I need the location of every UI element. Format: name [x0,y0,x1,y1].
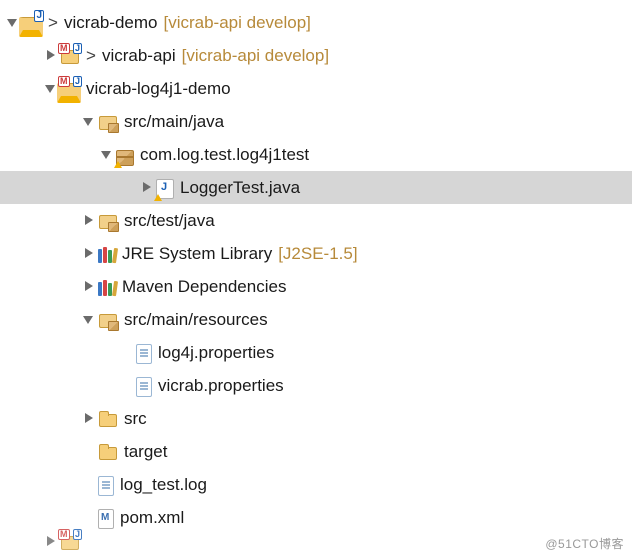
expand-toggle-icon[interactable] [42,48,58,64]
tree-item-src-folder[interactable]: src [0,402,632,435]
expand-toggle-icon[interactable] [80,246,96,262]
expand-toggle-icon[interactable] [80,213,96,229]
tree-item-partial[interactable]: J [0,534,632,550]
expand-toggle-icon[interactable] [42,81,58,97]
text-file-icon [98,476,114,496]
maven-java-project-icon: J [60,46,80,66]
tree-item-vicrab-api[interactable]: J > vicrab-api [vicrab-api develop] [0,39,632,72]
package-icon [116,150,134,166]
library-version-hint: [J2SE-1.5] [278,244,357,264]
folder-icon [98,442,118,462]
tree-item-src-main-java[interactable]: src/main/java [0,105,632,138]
expand-toggle-icon[interactable] [80,411,96,427]
tree-item-jre-library[interactable]: JRE System Library [J2SE-1.5] [0,237,632,270]
vcs-branch-hint: [vicrab-api develop] [182,46,329,66]
tree-item-log4j-properties[interactable]: log4j.properties [0,336,632,369]
properties-file-icon [136,377,152,397]
tree-label: log4j.properties [158,343,274,363]
tree-label: vicrab.properties [158,376,284,396]
tree-label: src/test/java [124,211,215,231]
expand-toggle-icon[interactable] [80,279,96,295]
expand-toggle-icon[interactable] [42,534,58,550]
tree-label: src [124,409,147,429]
source-folder-icon [98,211,118,231]
tree-item-maven-dependencies[interactable]: Maven Dependencies [0,270,632,303]
tree-label: vicrab-log4j1-demo [86,79,231,99]
vcs-change-marker: > [48,13,58,33]
watermark-text: @51CTO博客 [545,535,624,552]
tree-item-package[interactable]: com.log.test.log4j1test [0,138,632,171]
tree-label: src/main/resources [124,310,268,330]
source-folder-icon [98,112,118,132]
java-file-icon [156,179,174,199]
tree-item-pom-xml[interactable]: pom.xml [0,501,632,534]
folder-icon [98,409,118,429]
tree-item-src-main-resources[interactable]: src/main/resources [0,303,632,336]
tree-item-vicrab-properties[interactable]: vicrab.properties [0,369,632,402]
library-icon [98,277,116,297]
tree-label: Maven Dependencies [122,277,286,297]
tree-label: JRE System Library [122,244,272,264]
properties-file-icon [136,344,152,364]
expand-toggle-icon[interactable] [80,312,96,328]
tree-item-src-test-java[interactable]: src/test/java [0,204,632,237]
source-folder-icon [98,310,118,330]
tree-label: LoggerTest.java [180,178,300,198]
expand-toggle-icon[interactable] [138,180,154,196]
library-icon [98,244,116,264]
tree-label: vicrab-api [102,46,176,66]
xml-file-icon [98,509,114,529]
tree-label: pom.xml [120,508,184,528]
tree-label: target [124,442,167,462]
project-explorer-tree[interactable]: > vicrab-demo [vicrab-api develop] J > v… [0,0,632,550]
tree-item-vicrab-demo[interactable]: > vicrab-demo [vicrab-api develop] [0,6,632,39]
tree-item-loggertest-java[interactable]: LoggerTest.java [0,171,632,204]
vcs-branch-hint: [vicrab-api develop] [163,13,310,33]
maven-java-project-icon: J [60,532,80,552]
tree-item-target-folder[interactable]: target [0,435,632,468]
tree-label: vicrab-demo [64,13,158,33]
tree-label: com.log.test.log4j1test [140,145,309,165]
vcs-change-marker: > [86,46,96,66]
expand-toggle-icon[interactable] [4,15,20,31]
expand-toggle-icon[interactable] [98,147,114,163]
tree-label: log_test.log [120,475,207,495]
tree-item-log-file[interactable]: log_test.log [0,468,632,501]
tree-label: src/main/java [124,112,224,132]
java-project-icon [22,13,42,33]
tree-item-vicrab-log4j1-demo[interactable]: J vicrab-log4j1-demo [0,72,632,105]
expand-toggle-icon[interactable] [80,114,96,130]
maven-java-project-icon: J [60,79,80,99]
